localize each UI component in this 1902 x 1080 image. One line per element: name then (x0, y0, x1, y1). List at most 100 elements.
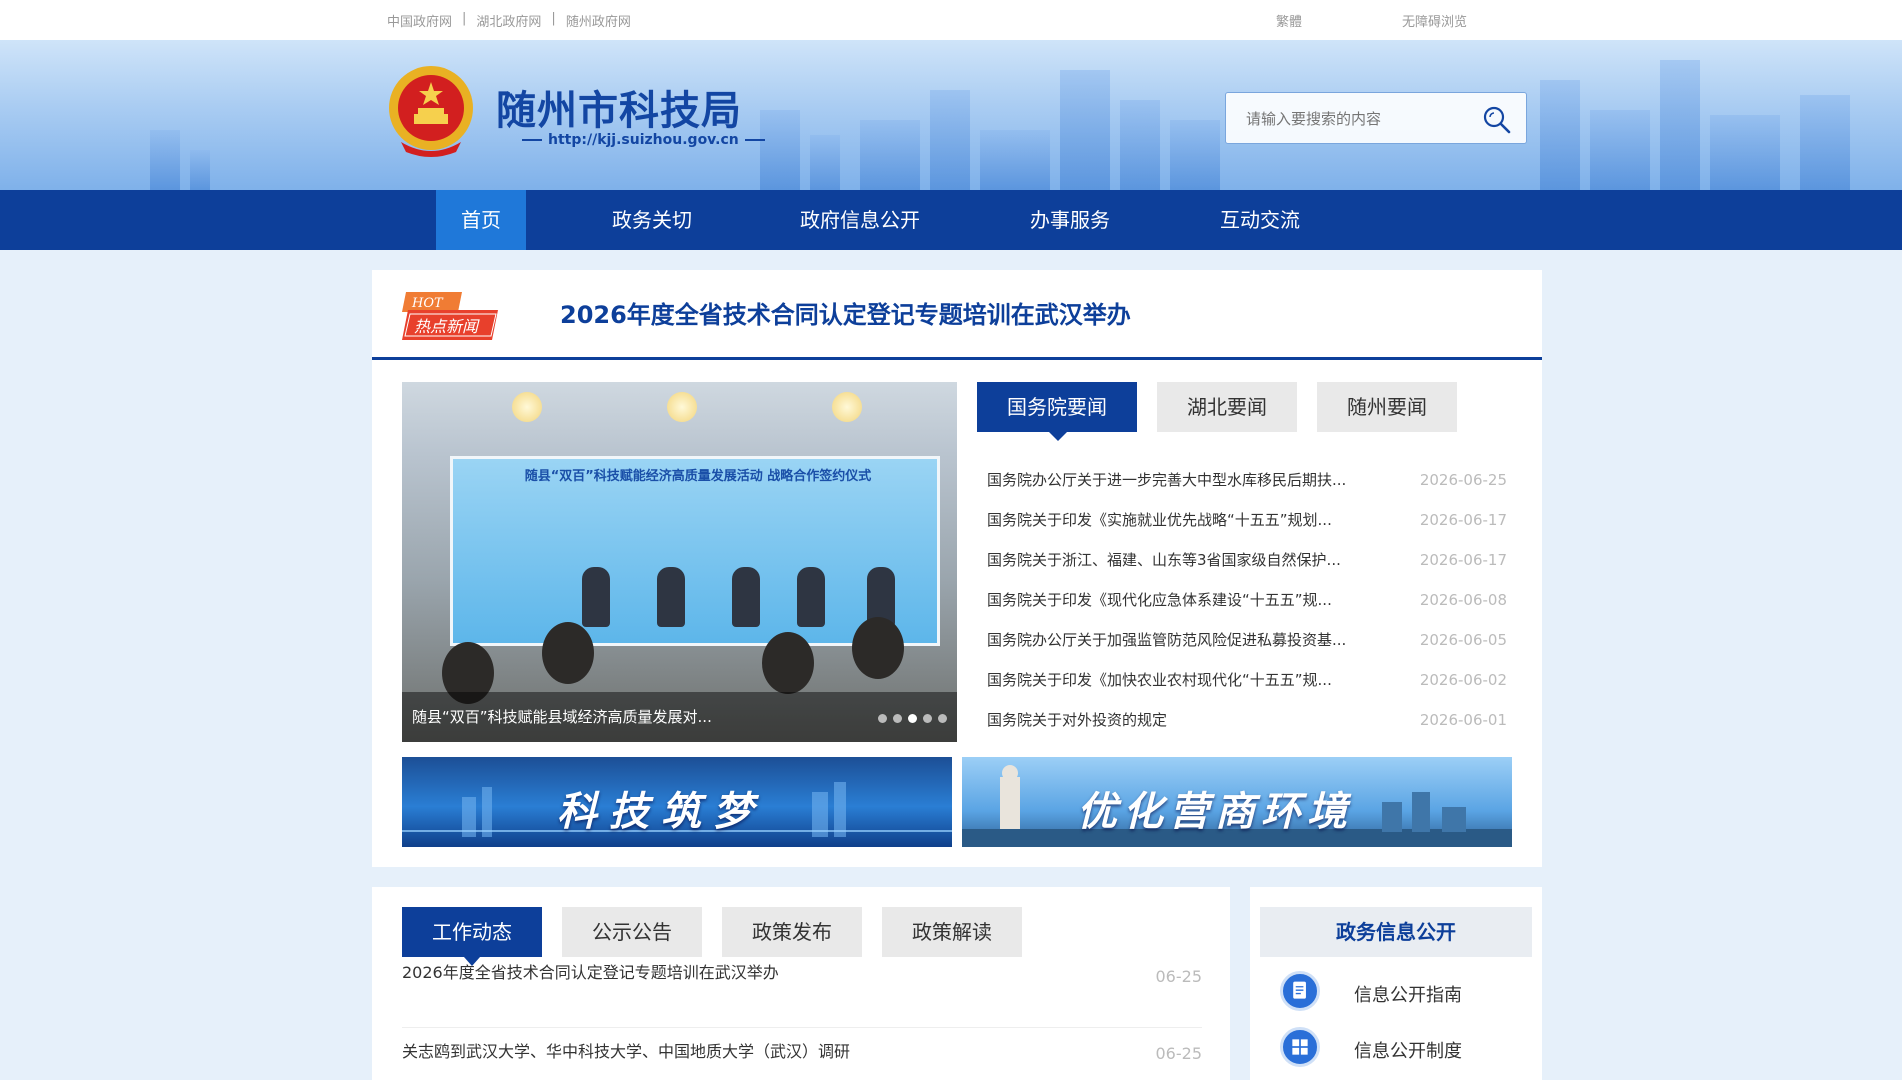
hot-news-bar: HOT 热点新闻 2026年度全省技术合同认定登记专题培训在武汉举办 (372, 270, 1542, 360)
news-tabs: 国务院要闻 湖北要闻 随州要闻 (977, 382, 1457, 441)
city-building (150, 130, 180, 190)
news-item[interactable]: 国务院关于对外投资的规定 2026-06-01 (987, 700, 1507, 740)
audience-head (852, 617, 904, 679)
banner-tech-dream-text: 科技筑梦 (557, 789, 765, 835)
audience-head (762, 632, 814, 694)
info-guide-link[interactable]: 信息公开指南 (1280, 969, 1520, 1013)
city-building (760, 110, 800, 190)
city-building (1540, 80, 1580, 190)
news-item-date: 2026-06-01 (1419, 711, 1507, 729)
news-item[interactable]: 国务院关于印发《实施就业优先战略“十五五”规划... 2026-06-17 (987, 500, 1507, 540)
site-url: http://kjj.suizhou.gov.cn (516, 132, 771, 148)
hot-news-badge: HOT 热点新闻 (402, 292, 498, 340)
city-building (1120, 100, 1160, 190)
audience-head (542, 622, 594, 684)
top-bar: 中国政府网 | 湖北政府网 | 随州政府网 繁體 无障碍浏览 (0, 0, 1902, 40)
site-title: 随州市科技局 (496, 88, 742, 134)
work-news-list: 2026年度全省技术合同认定登记专题培训在武汉举办 06-25 关志鸥到武汉大学… (402, 957, 1202, 1080)
news-item[interactable]: 国务院办公厅关于加强监管防范风险促进私募投资基... 2026-06-05 (987, 620, 1507, 660)
info-system-link[interactable]: 信息公开制度 (1280, 1025, 1520, 1069)
traditional-chinese-link[interactable]: 繁體 (1276, 11, 1302, 30)
photo-slideshow[interactable]: 随县“双百”科技赋能经济高质量发展活动 战略合作签约仪式 随县“双百”科技赋能县… (402, 382, 957, 742)
nav-info-disclosure[interactable]: 政府信息公开 (790, 190, 930, 250)
news-item[interactable]: 国务院关于印发《现代化应急体系建设“十五五”规... 2026-06-08 (987, 580, 1507, 620)
tab-announcements[interactable]: 公示公告 (562, 907, 702, 957)
city-building (1060, 70, 1110, 190)
city-building (1660, 60, 1700, 190)
work-news-item[interactable]: 关志鸥到武汉大学、华中科技大学、中国地质大学（武汉）调研 06-25 (402, 1028, 1202, 1080)
news-item-date: 2026-06-17 (1419, 511, 1507, 529)
nav-home[interactable]: 首页 (436, 190, 526, 250)
info-guide-label: 信息公开指南 (1354, 985, 1462, 1006)
work-news-date: 06-25 (1155, 1044, 1203, 1063)
nav-gov-concerns[interactable]: 政务关切 (592, 190, 712, 250)
banner-business-env-text: 优化营商环境 (1077, 789, 1353, 835)
featured-panel: HOT 热点新闻 2026年度全省技术合同认定登记专题培训在武汉举办 随县“双百… (372, 270, 1542, 867)
document-icon (1280, 971, 1320, 1011)
news-item[interactable]: 国务院关于印发《加快农业农村现代化“十五五”规... 2026-06-02 (987, 660, 1507, 700)
link-china-gov[interactable]: 中国政府网 (387, 11, 452, 30)
main-nav: 首页 政务关切 政府信息公开 办事服务 互动交流 (0, 190, 1902, 250)
work-news-title[interactable]: 2026年度全省技术合同认定登记专题培训在武汉举办 (402, 959, 779, 983)
news-item[interactable]: 国务院办公厅关于进一步完善大中型水库移民后期扶... 2026-06-25 (987, 460, 1507, 500)
gov-links: 中国政府网 | 湖北政府网 | 随州政府网 (387, 11, 631, 30)
link-hubei-gov[interactable]: 湖北政府网 (476, 11, 541, 30)
banner-tech-dream[interactable]: 科技筑梦 (402, 757, 952, 847)
city-building (810, 135, 840, 190)
news-item-title[interactable]: 国务院关于对外投资的规定 (987, 700, 1167, 740)
tab-policy-release[interactable]: 政策发布 (722, 907, 862, 957)
national-emblem-logo (389, 66, 473, 157)
slide-dot[interactable] (893, 714, 902, 723)
accessible-browse-link[interactable]: 无障碍浏览 (1402, 11, 1467, 30)
city-building (930, 90, 970, 190)
work-news-date: 06-25 (1155, 967, 1203, 986)
stage-person (582, 567, 610, 627)
slide-caption-bar: 随县“双百”科技赋能县域经济高质量发展对... (402, 692, 957, 742)
news-list: 国务院办公厅关于进一步完善大中型水库移民后期扶... 2026-06-25 国务院… (987, 460, 1507, 740)
news-item-title[interactable]: 国务院关于印发《现代化应急体系建设“十五五”规... (987, 580, 1332, 620)
slide-dots (878, 714, 947, 723)
news-item-title[interactable]: 国务院关于印发《加快农业农村现代化“十五五”规... (987, 660, 1332, 700)
stage-screen-text: 随县“双百”科技赋能经济高质量发展活动 战略合作签约仪式 (524, 469, 872, 484)
tab-state-council-news[interactable]: 国务院要闻 (977, 382, 1137, 441)
news-item[interactable]: 国务院关于浙江、福建、山东等3省国家级自然保护... 2026-06-17 (987, 540, 1507, 580)
info-disclosure-panel: 政务信息公开 信息公开指南 信息公开制度 (1250, 887, 1542, 1080)
search-input[interactable] (1246, 107, 1466, 131)
tab-suizhou-news[interactable]: 随州要闻 (1317, 382, 1457, 432)
stage-person (732, 567, 760, 627)
chandelier (512, 392, 542, 422)
news-item-title[interactable]: 国务院办公厅关于加强监管防范风险促进私募投资基... (987, 620, 1346, 660)
banner-business-env[interactable]: 优化营商环境 (962, 757, 1512, 847)
news-item-title[interactable]: 国务院关于浙江、福建、山东等3省国家级自然保护... (987, 540, 1341, 580)
work-news-item[interactable]: 2026年度全省技术合同认定登记专题培训在武汉举办 06-25 (402, 957, 1202, 1028)
tab-work-news[interactable]: 工作动态 (402, 907, 542, 966)
hot-news-headline[interactable]: 2026年度全省技术合同认定登记专题培训在武汉举办 (560, 295, 1131, 330)
link-suizhou-gov[interactable]: 随州政府网 (566, 11, 631, 30)
city-building (1710, 115, 1780, 190)
search-box (1225, 92, 1527, 144)
city-building (1170, 120, 1220, 190)
stage-person (797, 567, 825, 627)
slide-dot[interactable] (878, 714, 887, 723)
nav-services[interactable]: 办事服务 (1010, 190, 1130, 250)
news-item-date: 2026-06-05 (1419, 631, 1507, 649)
work-news-title[interactable]: 关志鸥到武汉大学、华中科技大学、中国地质大学（武汉）调研 (402, 1038, 850, 1062)
slide-dot[interactable] (938, 714, 947, 723)
slide-caption[interactable]: 随县“双百”科技赋能县域经济高质量发展对... (412, 706, 712, 727)
news-item-title[interactable]: 国务院关于印发《实施就业优先战略“十五五”规划... (987, 500, 1332, 540)
slide-dot-active[interactable] (908, 714, 917, 723)
news-item-title[interactable]: 国务院办公厅关于进一步完善大中型水库移民后期扶... (987, 460, 1346, 500)
search-icon[interactable] (1482, 105, 1512, 135)
nav-interaction[interactable]: 互动交流 (1200, 190, 1320, 250)
tab-hubei-news[interactable]: 湖北要闻 (1157, 382, 1297, 432)
tab-policy-interpretation[interactable]: 政策解读 (882, 907, 1022, 957)
slide-dot[interactable] (923, 714, 932, 723)
news-item-date: 2026-06-25 (1419, 471, 1507, 489)
city-building (1590, 110, 1650, 190)
grid-icon (1280, 1027, 1320, 1067)
work-tabs: 工作动态 公示公告 政策发布 政策解读 (402, 907, 1022, 966)
info-disclosure-heading[interactable]: 政务信息公开 (1260, 907, 1532, 957)
separator: | (551, 11, 556, 26)
hot-badge-top-text: HOT (411, 296, 444, 311)
news-item-date: 2026-06-02 (1419, 671, 1507, 689)
